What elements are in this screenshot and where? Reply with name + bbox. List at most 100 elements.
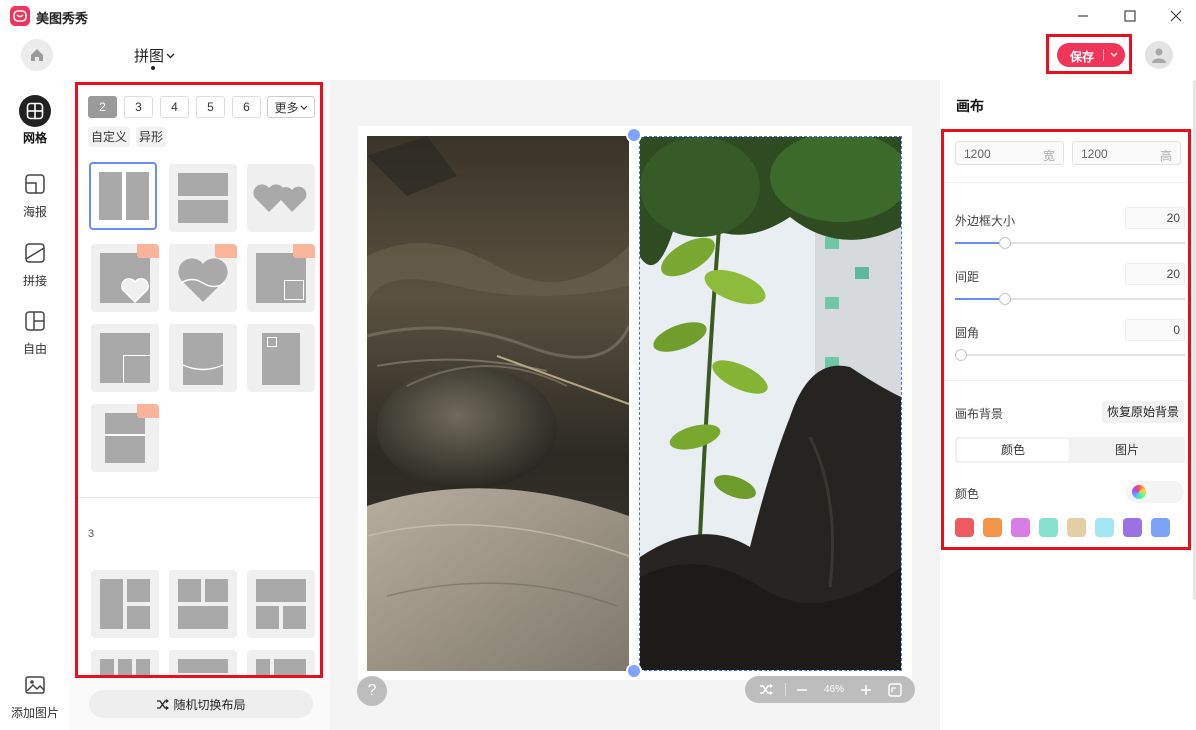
color-swatch[interactable]: [1095, 518, 1114, 537]
plant-stump-photo: [640, 137, 901, 670]
layout-template-two-columns[interactable]: [89, 162, 157, 230]
premium-badge: [137, 404, 159, 418]
settings-title: 画布: [956, 98, 984, 114]
layout-template-two-hearts[interactable]: [247, 164, 315, 232]
mode-title-label: 拼图: [134, 48, 165, 65]
save-options-chevron-icon[interactable]: [1107, 46, 1121, 62]
color-picker-button[interactable]: [1126, 481, 1184, 503]
zoom-level: 46%: [823, 684, 844, 695]
color-swatch[interactable]: [1067, 518, 1086, 537]
layout-template-three-mixed[interactable]: [247, 650, 315, 675]
image-icon: [18, 668, 52, 702]
count-tab-3[interactable]: 3: [124, 96, 153, 118]
corner-radius-slider[interactable]: [955, 349, 1185, 361]
shuffle-canvas-icon[interactable]: [753, 676, 779, 703]
layout-template-stacked-inset[interactable]: [91, 404, 159, 472]
canvas-background-label: 画布背景: [955, 407, 1004, 421]
color-swatch[interactable]: [955, 518, 974, 537]
shuffle-icon: [157, 698, 170, 710]
spacing-label: 间距: [955, 270, 980, 284]
nav-item-poster[interactable]: 海报: [0, 167, 70, 220]
nav-label-poster: 海报: [22, 205, 47, 219]
canvas-width-value: 1200: [964, 147, 991, 161]
shuffle-layout-button[interactable]: 随机切换布局: [89, 690, 313, 718]
canvas-height-input[interactable]: 1200 高: [1072, 141, 1181, 165]
spacing-knob[interactable]: [999, 293, 1011, 305]
zoom-in-icon[interactable]: [855, 676, 877, 703]
tab-irregular[interactable]: 异形: [136, 127, 167, 147]
tab-custom[interactable]: 自定义: [88, 127, 131, 147]
layout-template-three-left-tall[interactable]: [91, 570, 159, 638]
spacing-input[interactable]: 20: [1125, 263, 1185, 285]
count-tab-6[interactable]: 6: [232, 96, 261, 118]
left-nav: 网格 海报 拼接 自由 添加图片: [0, 80, 70, 730]
divider-resize-handle-top[interactable]: [626, 127, 642, 143]
canvas-width-input[interactable]: 1200 宽: [955, 141, 1064, 165]
help-button[interactable]: ?: [357, 676, 387, 706]
stream-rock-photo: [367, 136, 629, 671]
layout-template-three-top-wide[interactable]: [247, 570, 315, 638]
count-tab-5[interactable]: 5: [196, 96, 225, 118]
nav-item-free[interactable]: 自由: [0, 304, 70, 357]
corner-radius-label: 圆角: [955, 326, 980, 340]
free-layout-icon: [18, 304, 52, 338]
layout-template-three-columns[interactable]: [91, 650, 159, 675]
border-size-knob[interactable]: [999, 237, 1011, 249]
collage-cell-left-stream-photo[interactable]: [367, 136, 629, 671]
canvas-width-unit: 宽: [1042, 149, 1055, 163]
add-image-button[interactable]: 添加图片: [0, 668, 70, 721]
color-wheel-icon: [1132, 485, 1146, 499]
count-tab-4[interactable]: 4: [160, 96, 189, 118]
divider-resize-handle-bottom[interactable]: [626, 663, 642, 679]
home-button[interactable]: [21, 39, 53, 71]
corner-radius-input[interactable]: 0: [1125, 319, 1185, 341]
tab-background-color[interactable]: 颜色: [957, 439, 1069, 461]
tab-background-image[interactable]: 图片: [1071, 439, 1183, 461]
layout-template-three-rows[interactable]: [169, 650, 237, 675]
zoom-separator: [785, 683, 786, 696]
help-icon: ?: [367, 682, 377, 699]
zoom-out-icon[interactable]: [791, 676, 813, 703]
save-button[interactable]: 保存: [1057, 43, 1125, 67]
layout-template-two-rows[interactable]: [169, 164, 237, 232]
fit-to-screen-icon[interactable]: [883, 676, 907, 703]
spacing-fill: [955, 298, 1005, 300]
close-icon[interactable]: [1161, 4, 1191, 28]
settings-divider: [944, 380, 1188, 381]
nav-item-splice[interactable]: 拼接: [0, 236, 70, 289]
layout-template-small-inset[interactable]: [247, 324, 315, 392]
corner-radius-knob[interactable]: [955, 349, 967, 361]
border-size-label: 外边框大小: [955, 214, 1016, 228]
border-size-input[interactable]: 20: [1125, 207, 1185, 229]
spacing-slider[interactable]: [955, 293, 1185, 305]
color-swatch[interactable]: [1123, 518, 1142, 537]
layout-template-heart-inset[interactable]: [91, 244, 159, 312]
more-counts-dropdown[interactable]: 更多: [267, 96, 315, 118]
user-icon: [1152, 48, 1166, 63]
color-label: 颜色: [955, 487, 980, 501]
canvas-settings: 1200 宽 1200 高 外边框大小 20 间距 20 圆角 0 画布背景 恢…: [941, 129, 1191, 550]
minimize-icon[interactable]: [1068, 4, 1098, 28]
layout-template-curved-split[interactable]: [169, 324, 237, 392]
nav-item-grid[interactable]: 网格: [0, 95, 70, 146]
maximize-icon[interactable]: [1115, 4, 1145, 28]
section-number: 3: [88, 528, 95, 540]
layout-template-square-inset[interactable]: [247, 244, 315, 312]
count-tab-2[interactable]: 2: [88, 96, 117, 118]
collage-cell-right-plant-photo[interactable]: [639, 136, 902, 671]
color-swatch[interactable]: [1011, 518, 1030, 537]
color-swatch[interactable]: [1039, 518, 1058, 537]
user-avatar[interactable]: [1145, 41, 1173, 69]
save-highlight-box: 保存: [1046, 34, 1132, 74]
layout-template-corner-inset[interactable]: [91, 324, 159, 392]
reset-background-button[interactable]: 恢复原始背景: [1102, 401, 1184, 423]
mode-selector[interactable]: 拼图: [134, 45, 175, 66]
border-size-slider[interactable]: [955, 237, 1185, 249]
panel-divider: [78, 497, 320, 498]
layout-template-three-bottom-wide[interactable]: [169, 570, 237, 638]
color-swatch[interactable]: [983, 518, 1002, 537]
canvas-height-value: 1200: [1081, 147, 1108, 161]
color-swatch[interactable]: [1151, 518, 1170, 537]
layout-template-heart-split[interactable]: [169, 244, 237, 312]
app-title: 美图秀秀: [36, 11, 89, 26]
